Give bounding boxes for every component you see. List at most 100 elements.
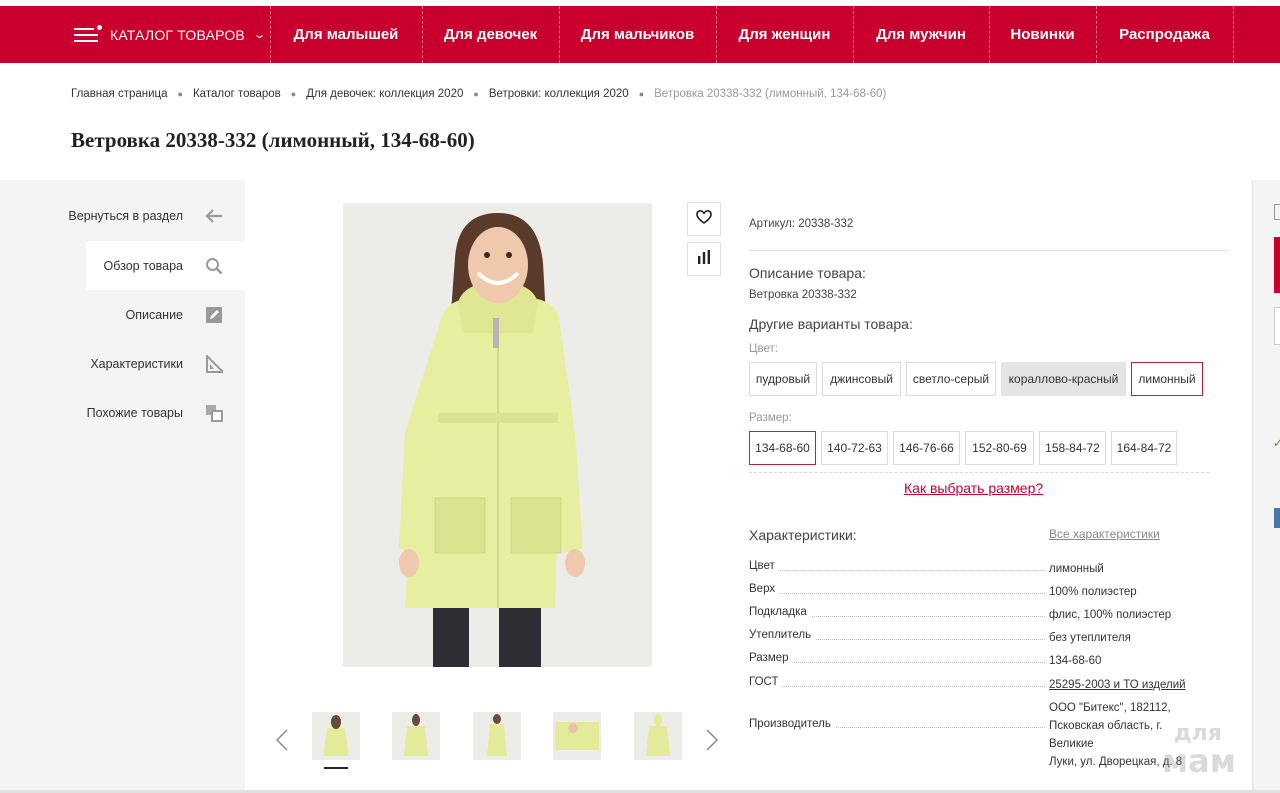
catalog-label: КАТАЛОГ ТОВАРОВ	[110, 26, 245, 43]
favorite-button[interactable]	[687, 202, 721, 236]
next-arrow-icon[interactable]	[700, 725, 724, 755]
bar-chart-icon	[697, 249, 711, 269]
bullet-icon: ●	[638, 89, 645, 99]
watermark-logo: для мам	[1162, 723, 1236, 780]
breadcrumb-current: Ветровка 20338-332 (лимонный, 134-68-60)	[654, 88, 887, 100]
spec-key: Размер	[749, 652, 793, 664]
thumbnail-4[interactable]	[553, 712, 601, 760]
checkbox-fragment[interactable]	[1274, 204, 1280, 220]
color-option-denim[interactable]: джинсовый	[822, 362, 901, 396]
nav-item-babies[interactable]: Для малышей	[270, 6, 422, 63]
manufacturer-line: ООО "Битекс", 182112,	[1049, 702, 1171, 714]
gost-link[interactable]: 25295-2003 и ТО изделий	[1049, 676, 1186, 694]
specs-heading: Характеристики:	[749, 527, 857, 543]
sidebar-item-label: Характеристики	[90, 356, 183, 371]
bullet-icon: ●	[177, 89, 183, 99]
color-option-light-gray[interactable]: светло-серый	[906, 362, 996, 396]
nav-item-women[interactable]: Для женщин	[716, 6, 853, 63]
spec-key: ГОСТ	[749, 676, 783, 688]
nav-item-girls[interactable]: Для девочек	[422, 6, 559, 63]
buy-button-fragment[interactable]	[1274, 237, 1280, 293]
sidebar-item-label: Вернуться в раздел	[68, 208, 183, 223]
spec-value: лимонный	[1049, 563, 1104, 575]
spec-row-manufacturer: Производитель ООО "Битекс", 182112, Пско…	[749, 699, 1189, 768]
page-title: Ветровка 20338-332 (лимонный, 134-68-60)	[71, 128, 475, 152]
similar-icon	[205, 404, 223, 422]
size-option[interactable]: 152-80-69	[965, 431, 1034, 465]
thumbnail-3[interactable]	[473, 712, 521, 760]
dotted-leader	[749, 686, 1045, 687]
breadcrumb-home[interactable]: Главная страница	[71, 88, 168, 100]
breadcrumb-catalog[interactable]: Каталог товаров	[193, 88, 281, 100]
product-image[interactable]	[343, 203, 652, 667]
breadcrumb-windbreakers[interactable]: Ветровки: коллекция 2020	[489, 88, 629, 100]
dotted-leader	[749, 570, 1045, 571]
spec-value: 134-68-60	[1049, 655, 1102, 667]
thumbnail-5[interactable]	[634, 712, 682, 760]
spec-key: Верх	[749, 583, 780, 595]
dotted-leader	[749, 662, 1045, 663]
description-text: Ветровка 20338-332	[749, 289, 857, 301]
nav-item-men[interactable]: Для мужчин	[853, 6, 989, 63]
size-option[interactable]: 158-84-72	[1039, 431, 1106, 465]
sidebar-item-back[interactable]: Вернуться в раздел	[60, 191, 245, 240]
size-option[interactable]: 146-76-66	[893, 431, 960, 465]
sidebar-item-label: Похожие товары	[86, 405, 183, 420]
divider	[749, 472, 1209, 473]
sidebar-item-characteristics[interactable]: Характеристики	[60, 339, 245, 388]
variants-heading: Другие варианты товара:	[749, 316, 913, 332]
nav-item-boys[interactable]: Для мальчиков	[559, 6, 716, 63]
thumbnail-2[interactable]	[392, 712, 440, 760]
catalog-menu-button[interactable]: КАТАЛОГ ТОВАРОВ ⌄	[60, 6, 270, 63]
heart-icon	[696, 209, 712, 229]
active-thumbnail-indicator	[324, 767, 348, 769]
sidebar-item-description[interactable]: Описание	[60, 290, 245, 339]
sidebar-item-label: Обзор товара	[103, 258, 183, 273]
thumbnail-1[interactable]	[312, 712, 360, 760]
divider	[749, 250, 1229, 251]
size-option[interactable]: 134-68-60	[749, 431, 816, 465]
nav-item-sale[interactable]: Распродажа	[1096, 6, 1233, 63]
size-option[interactable]: 140-72-63	[821, 431, 888, 465]
spec-value: 100% полиэстер	[1049, 586, 1137, 598]
spec-value: без утеплителя	[1049, 632, 1131, 644]
spec-key: Цвет	[749, 560, 779, 572]
size-guide-link[interactable]: Как выбрать размер?	[904, 480, 1043, 496]
spec-value: флис, 100% полиэстер	[1049, 609, 1172, 621]
watermark-line: мам	[1162, 742, 1236, 780]
color-option-powder[interactable]: пудровый	[749, 362, 817, 396]
sidebar-item-label: Описание	[125, 307, 183, 322]
breadcrumb-girls[interactable]: Для девочек: коллекция 2020	[306, 88, 463, 100]
bullet-icon: ●	[473, 89, 479, 99]
chevron-down-icon: ⌄	[252, 29, 267, 41]
social-icon[interactable]	[1274, 508, 1280, 528]
sidebar-item-overview[interactable]: Обзор товара	[86, 241, 245, 290]
color-option-lemon[interactable]: лимонный	[1131, 362, 1203, 396]
prev-arrow-icon[interactable]	[270, 725, 294, 755]
ruler-triangle-icon	[205, 354, 223, 373]
size-option[interactable]: 164-84-72	[1111, 431, 1177, 465]
bullet-icon: ●	[290, 89, 297, 99]
color-option-coral-red[interactable]: кораллово-красный	[1001, 362, 1126, 396]
description-heading: Описание товара:	[749, 265, 866, 281]
spec-key: Утеплитель	[749, 629, 816, 641]
product-sku: Артикул: 20338-332	[749, 218, 854, 230]
menu-icon	[74, 24, 102, 42]
check-icon: ✓	[1273, 436, 1280, 450]
spec-key: Подкладка	[749, 606, 811, 618]
size-label: Размер:	[749, 412, 792, 424]
color-label: Цвет:	[749, 343, 778, 355]
top-navigation: КАТАЛОГ ТОВАРОВ ⌄ Для малышей Для девоче…	[0, 6, 1280, 63]
nav-divider	[1233, 6, 1234, 63]
edit-icon	[205, 306, 223, 324]
arrow-left-icon	[205, 207, 223, 225]
sidebar-item-similar[interactable]: Похожие товары	[60, 388, 245, 437]
search-icon	[205, 257, 223, 275]
breadcrumb: Главная страница ● Каталог товаров ● Для…	[71, 88, 886, 100]
dotted-leader	[749, 593, 1045, 594]
nav-item-new[interactable]: Новинки	[989, 6, 1096, 63]
spec-key: Производитель	[749, 718, 835, 730]
compare-button[interactable]	[687, 242, 721, 276]
input-fragment[interactable]	[1274, 307, 1280, 345]
all-specs-link[interactable]: Все характеристики	[1049, 527, 1160, 541]
